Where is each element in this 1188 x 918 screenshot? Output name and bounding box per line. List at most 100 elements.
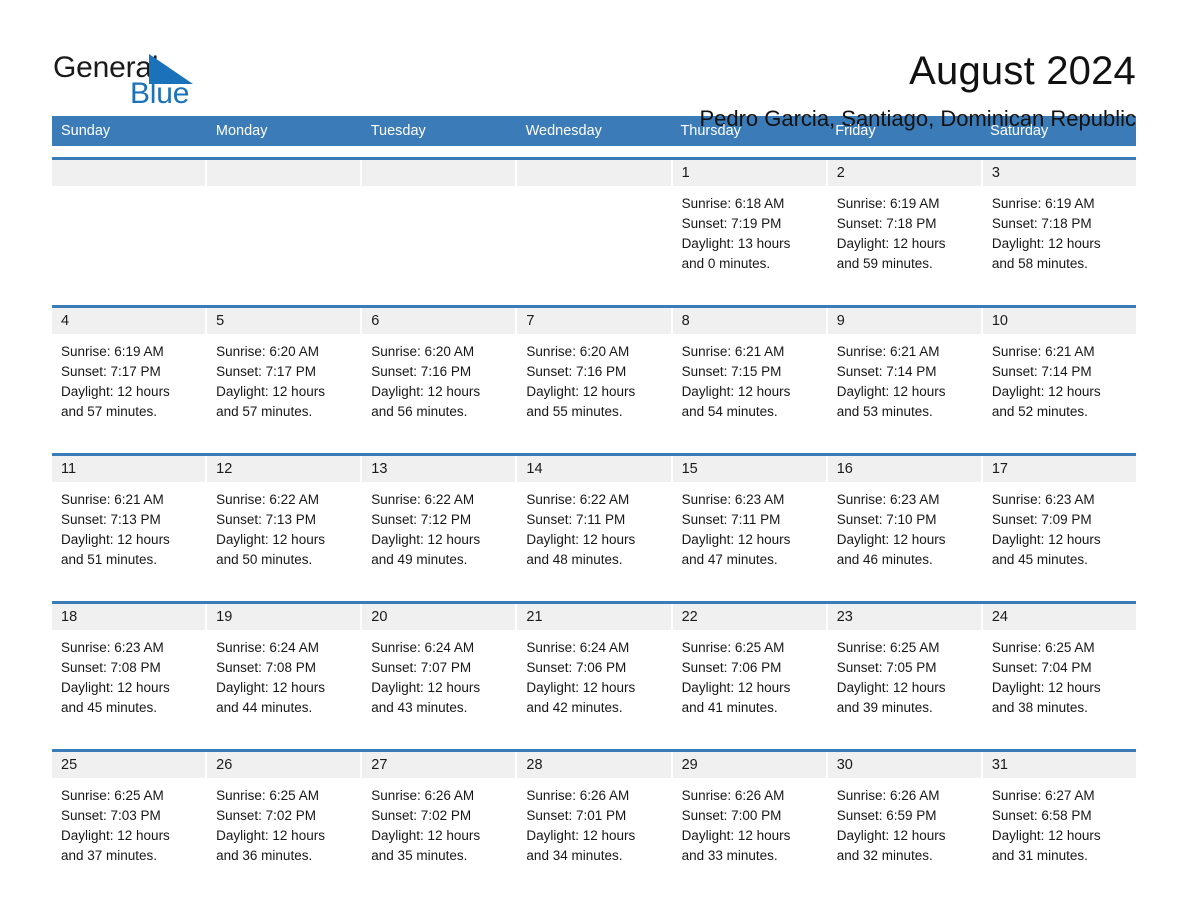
day-cell[interactable]: Sunrise: 6:19 AM Sunset: 7:17 PM Dayligh… [52,334,205,442]
day-number[interactable]: 1 [672,160,826,186]
day-number[interactable]: 4 [52,308,206,334]
day-number[interactable] [52,160,206,186]
weekday-header-friday: Friday [835,123,876,139]
sunrise-text: Sunrise: 6:19 AM [61,344,164,359]
day-cell[interactable]: Sunrise: 6:20 AM Sunset: 7:17 PM Dayligh… [207,334,360,442]
day-cell[interactable]: Sunrise: 6:20 AM Sunset: 7:16 PM Dayligh… [517,334,670,442]
day-cell[interactable]: Sunrise: 6:20 AM Sunset: 7:16 PM Dayligh… [362,334,515,442]
daylight-text-line2: and 35 minutes. [371,848,468,863]
weekday-header-wednesday: Wednesday [525,123,602,139]
day-cell[interactable]: Sunrise: 6:26 AM Sunset: 6:59 PM Dayligh… [828,778,981,886]
day-number[interactable]: 5 [207,308,361,334]
day-number[interactable]: 31 [982,752,1136,778]
daylight-text-line1: Daylight: 12 hours [991,828,1101,843]
day-cell[interactable]: Sunrise: 6:19 AM Sunset: 7:18 PM Dayligh… [828,186,981,294]
day-number[interactable]: 6 [362,308,516,334]
day-cell[interactable]: Sunrise: 6:22 AM Sunset: 7:13 PM Dayligh… [207,482,360,590]
day-number[interactable]: 17 [982,456,1136,482]
daylight-text-line2: and 36 minutes. [216,848,313,863]
day-number[interactable]: 26 [207,752,361,778]
daylight-text-line2: and 51 minutes. [61,552,158,567]
day-cell[interactable]: Sunrise: 6:24 AM Sunset: 7:08 PM Dayligh… [207,630,360,738]
day-number[interactable]: 25 [52,752,206,778]
day-cell[interactable]: Sunrise: 6:25 AM Sunset: 7:05 PM Dayligh… [828,630,981,738]
generalblue-logo[interactable]: General Blue [52,46,252,116]
day-number[interactable]: 13 [362,456,516,482]
day-number[interactable]: 30 [827,752,981,778]
day-number[interactable]: 19 [207,604,361,630]
sunset-text: Sunset: 7:14 PM [836,364,937,379]
sunrise-text: Sunrise: 6:19 AM [991,196,1095,211]
page-header: General Blue August 2024 Pedro Garcia, S… [52,0,1136,131]
day-number[interactable]: 10 [982,308,1136,334]
week-daynumber-strip: 4 5 6 7 8 9 10 [52,308,1136,334]
day-cell[interactable] [362,186,515,294]
day-number[interactable]: 9 [827,308,981,334]
daylight-text-line1: Daylight: 12 hours [371,532,481,547]
sunrise-text: Sunrise: 6:24 AM [216,640,319,655]
day-cell[interactable] [517,186,670,294]
day-cell[interactable]: Sunrise: 6:26 AM Sunset: 7:02 PM Dayligh… [362,778,515,886]
day-number[interactable]: 29 [672,752,826,778]
day-number[interactable] [362,160,516,186]
day-cell[interactable]: Sunrise: 6:25 AM Sunset: 7:06 PM Dayligh… [673,630,826,738]
day-number[interactable]: 8 [672,308,826,334]
day-number[interactable]: 28 [517,752,671,778]
sunrise-text: Sunrise: 6:23 AM [836,492,940,507]
sunrise-text: Sunrise: 6:23 AM [991,492,1095,507]
day-cell[interactable]: Sunrise: 6:22 AM Sunset: 7:12 PM Dayligh… [362,482,515,590]
day-cell[interactable]: Sunrise: 6:23 AM Sunset: 7:11 PM Dayligh… [673,482,826,590]
day-cell[interactable]: Sunrise: 6:26 AM Sunset: 7:01 PM Dayligh… [517,778,670,886]
day-cell[interactable] [52,186,205,294]
day-cell[interactable]: Sunrise: 6:23 AM Sunset: 7:09 PM Dayligh… [983,482,1136,590]
day-number[interactable]: 16 [827,456,981,482]
day-number[interactable]: 24 [982,604,1136,630]
day-cell[interactable]: Sunrise: 6:21 AM Sunset: 7:13 PM Dayligh… [52,482,205,590]
day-number[interactable]: 18 [52,604,206,630]
sunset-text: Sunset: 6:59 PM [836,808,937,823]
day-cell[interactable]: Sunrise: 6:25 AM Sunset: 7:04 PM Dayligh… [983,630,1136,738]
day-cell[interactable]: Sunrise: 6:23 AM Sunset: 7:10 PM Dayligh… [828,482,981,590]
calendar-page: General Blue August 2024 Pedro Garcia, S… [0,0,1188,918]
day-cell[interactable]: Sunrise: 6:18 AM Sunset: 7:19 PM Dayligh… [673,186,826,294]
day-number[interactable]: 2 [827,160,981,186]
day-cell[interactable]: Sunrise: 6:22 AM Sunset: 7:11 PM Dayligh… [517,482,670,590]
day-number[interactable]: 22 [672,604,826,630]
daylight-text-line2: and 45 minutes. [991,552,1088,567]
sunset-text: Sunset: 7:10 PM [836,512,937,527]
daylight-text-line2: and 44 minutes. [216,700,313,715]
day-cell[interactable]: Sunrise: 6:27 AM Sunset: 6:58 PM Dayligh… [983,778,1136,886]
day-cell[interactable]: Sunrise: 6:21 AM Sunset: 7:14 PM Dayligh… [983,334,1136,442]
day-number[interactable]: 12 [207,456,361,482]
daylight-text-line1: Daylight: 12 hours [371,384,481,399]
day-cell[interactable]: Sunrise: 6:24 AM Sunset: 7:07 PM Dayligh… [362,630,515,738]
daylight-text-line2: and 57 minutes. [216,404,313,419]
day-cell[interactable]: Sunrise: 6:25 AM Sunset: 7:02 PM Dayligh… [207,778,360,886]
week-content-strip: Sunrise: 6:25 AM Sunset: 7:03 PM Dayligh… [52,778,1136,886]
day-cell[interactable]: Sunrise: 6:24 AM Sunset: 7:06 PM Dayligh… [517,630,670,738]
day-cell[interactable]: Sunrise: 6:19 AM Sunset: 7:18 PM Dayligh… [983,186,1136,294]
day-number[interactable]: 11 [52,456,206,482]
day-cell[interactable]: Sunrise: 6:26 AM Sunset: 7:00 PM Dayligh… [673,778,826,886]
day-cell[interactable]: Sunrise: 6:23 AM Sunset: 7:08 PM Dayligh… [52,630,205,738]
day-number[interactable]: 14 [517,456,671,482]
day-number[interactable]: 27 [362,752,516,778]
sunset-text: Sunset: 7:06 PM [526,660,627,675]
sunset-text: Sunset: 7:04 PM [991,660,1092,675]
day-number[interactable] [517,160,671,186]
daylight-text-line1: Daylight: 12 hours [61,532,170,547]
day-number[interactable]: 20 [362,604,516,630]
day-cell[interactable]: Sunrise: 6:21 AM Sunset: 7:14 PM Dayligh… [828,334,981,442]
day-number[interactable]: 7 [517,308,671,334]
daylight-text-line2: and 53 minutes. [836,404,933,419]
sunset-text: Sunset: 7:14 PM [991,364,1092,379]
day-number[interactable]: 21 [517,604,671,630]
day-cell[interactable] [207,186,360,294]
day-number[interactable] [207,160,361,186]
day-number[interactable]: 3 [982,160,1136,186]
day-cell[interactable]: Sunrise: 6:25 AM Sunset: 7:03 PM Dayligh… [52,778,205,886]
day-number[interactable]: 23 [827,604,981,630]
sunrise-text: Sunrise: 6:21 AM [836,344,940,359]
day-number[interactable]: 15 [672,456,826,482]
day-cell[interactable]: Sunrise: 6:21 AM Sunset: 7:15 PM Dayligh… [673,334,826,442]
